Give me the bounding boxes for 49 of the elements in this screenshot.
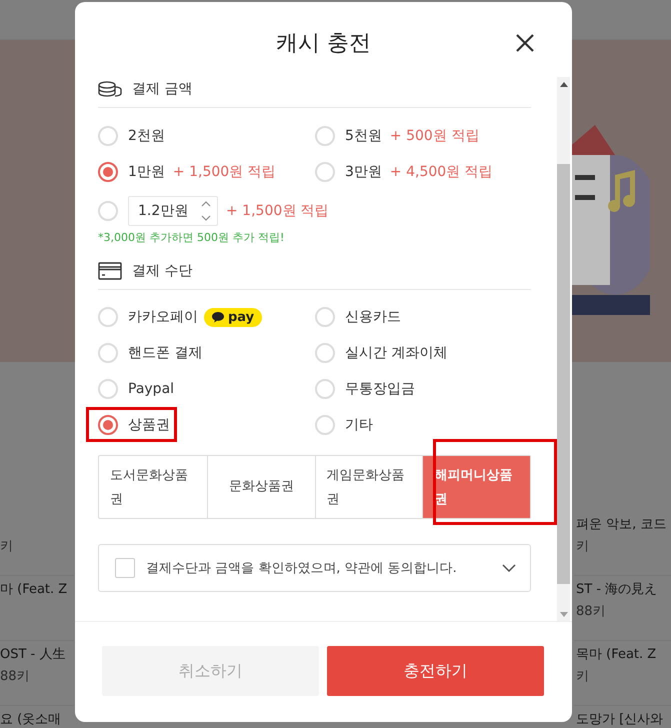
card-icon [98, 262, 122, 280]
bonus-text: + 500원 적립 [390, 127, 480, 145]
song-meta: 키 [576, 668, 589, 686]
close-icon[interactable] [516, 34, 534, 52]
payment-method-label: 상품권 [128, 416, 170, 434]
charge-button[interactable]: 충전하기 [327, 646, 544, 696]
song-title: 펴운 악보, 코드 [576, 516, 666, 534]
amount-spinner[interactable]: 1.2만원 [128, 196, 218, 226]
section-title: 결제 수단 [132, 262, 192, 280]
pay-badge: pay [204, 308, 262, 326]
voucher-tab[interactable]: 도서문화상품권 [99, 456, 207, 518]
payment-method-label: 신용카드 [345, 308, 401, 326]
payment-method-label: 실시간 계좌이체 [345, 344, 448, 362]
song-meta: 88키 [0, 668, 30, 686]
payment-method-label: 핸드폰 결제 [128, 344, 202, 362]
section-title: 결제 금액 [132, 80, 192, 98]
song-title: 요 (옷소매 [0, 711, 62, 728]
scroll-down-icon[interactable] [560, 612, 568, 616]
song-title: OST - 人生 [0, 646, 66, 664]
chevron-down-icon[interactable] [502, 564, 516, 572]
amount-label: 1만원 [128, 163, 165, 181]
song-meta: 키 [576, 538, 589, 556]
bonus-text: + 1,500원 적립 [172, 163, 276, 181]
amount-label: 5천원 [345, 127, 382, 145]
checkbox[interactable] [115, 558, 135, 578]
scroll-up-icon[interactable] [560, 82, 568, 86]
payment-method-label: 카카오페이 [128, 308, 198, 326]
amount-label: 3만원 [345, 163, 382, 181]
agreement-text: 결제수단과 금액을 확인하였으며, 약관에 동의합니다. [146, 560, 458, 577]
song-meta: 88키 [576, 603, 606, 621]
song-meta: 키 [0, 538, 13, 556]
radio-button[interactable] [98, 162, 118, 182]
bonus-note: *3,000원 추가하면 500원 추가 적립! [98, 231, 286, 245]
spinner-arrows-icon[interactable] [201, 199, 211, 223]
song-title: 마 (Feat. Z [0, 581, 68, 599]
payment-method-label: 기타 [345, 416, 373, 434]
dialog-title: 캐시 충전 [276, 30, 371, 58]
amount-label: 2천원 [128, 127, 165, 145]
scrollbar[interactable] [557, 77, 570, 621]
bonus-text: + 4,500원 적립 [390, 163, 493, 181]
radio-button[interactable] [98, 415, 118, 435]
payment-method-label: Paypal [128, 381, 174, 397]
voucher-tab[interactable]: 문화상품권 [206, 456, 314, 518]
song-title: 도망가 [신사와 [576, 711, 664, 728]
bonus-text: + 1,500원 적립 [226, 202, 329, 220]
song-title: 목마 (Feat. Z [576, 646, 656, 664]
payment-method-label: 무통장입금 [345, 380, 415, 398]
song-title: ST - 海の見え [576, 581, 658, 599]
coins-icon [98, 81, 122, 97]
